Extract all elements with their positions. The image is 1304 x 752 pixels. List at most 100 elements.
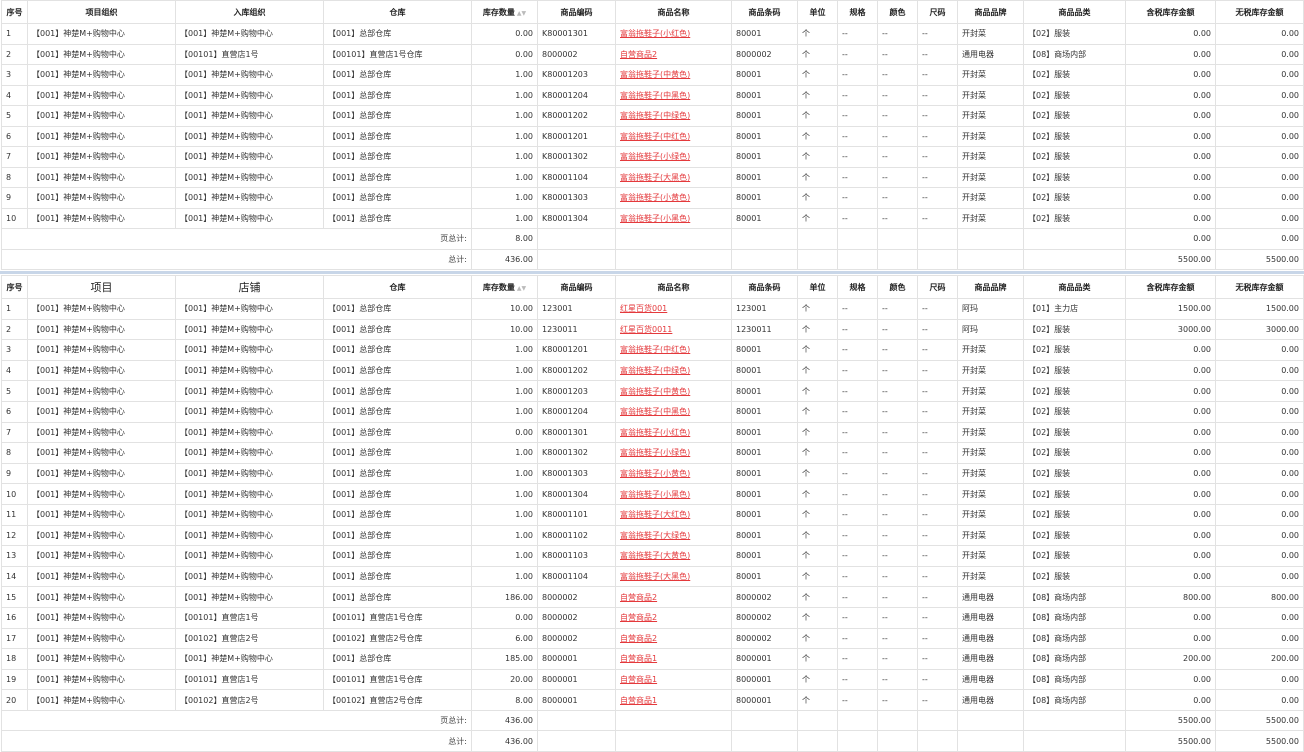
col-notax-amount-cell: 0.00 <box>1215 545 1304 567</box>
sort-icon[interactable]: ▲▼ <box>517 285 526 292</box>
product-name-link[interactable]: 富翁拖鞋子(中黑色) <box>620 407 690 416</box>
product-name-link[interactable]: 自营商品2 <box>620 634 657 643</box>
col-notax-amount-cell: 0.00 <box>1215 125 1304 147</box>
product-name-link[interactable]: 富翁拖鞋子(中红色) <box>620 345 690 354</box>
col-category-cell: 【02】服装 <box>1023 400 1126 423</box>
col-name-cell: 自营商品1 <box>615 689 732 711</box>
header-col-notax-amount: 无税库存金额 <box>1215 275 1304 299</box>
col-notax-amount-cell: 0.00 <box>1215 462 1304 485</box>
col-code-cell: K80001303 <box>537 462 616 485</box>
empty-cell <box>877 248 918 270</box>
product-name-link[interactable]: 富翁拖鞋子(大黄色) <box>620 551 690 560</box>
col-notax-amount-cell: 0.00 <box>1215 668 1304 691</box>
header-col-tax-amount: 含税库存金额 <box>1125 275 1216 299</box>
product-name-link[interactable]: 富翁拖鞋子(小黑色) <box>620 214 690 223</box>
col-spec-cell: -- <box>837 298 878 320</box>
product-name-link[interactable]: 自营商品1 <box>620 654 657 663</box>
product-name-link[interactable]: 富翁拖鞋子(大黑色) <box>620 173 690 182</box>
col-barcode-cell: 80001 <box>731 64 798 86</box>
col-size-cell: -- <box>917 359 958 382</box>
col-warehouse-cell: 【00102】直营店2号仓库 <box>323 689 472 711</box>
col-tax-amount-cell: 0.00 <box>1125 421 1216 444</box>
product-name-link[interactable]: 红星百货0011 <box>620 325 672 334</box>
col-notax-amount-cell: 0.00 <box>1215 84 1304 106</box>
product-name-link[interactable]: 富翁拖鞋子(小黄色) <box>620 193 690 202</box>
col-barcode-cell: 80001 <box>731 380 798 402</box>
product-name-link[interactable]: 富翁拖鞋子(中绿色) <box>620 366 690 375</box>
product-name-link[interactable]: 富翁拖鞋子(小绿色) <box>620 448 690 457</box>
product-name-link[interactable]: 自营商品1 <box>620 675 657 684</box>
col-color-cell: -- <box>877 207 918 229</box>
col-size-cell: -- <box>917 125 958 147</box>
col-tax-amount-cell: 0.00 <box>1125 442 1216 464</box>
col-brand-cell: 开封菜 <box>957 483 1024 505</box>
header-col-category: 商品品类 <box>1023 0 1126 24</box>
col-org-cell: 【001】神楚M+购物中心 <box>27 606 176 629</box>
col-size-cell: -- <box>917 565 958 588</box>
col-index-cell: 8 <box>1 442 28 464</box>
col-unit-cell: 个 <box>797 125 838 147</box>
table-row: 10 【001】神楚M+购物中心 【001】神楚M+购物中心 【001】总部仓库 1.0… <box>1 483 1304 505</box>
product-name-link[interactable]: 富翁拖鞋子(小黑色) <box>620 490 690 499</box>
product-name-link[interactable]: 富翁拖鞋子(小红色) <box>620 428 690 437</box>
product-name-link[interactable]: 富翁拖鞋子(小红色) <box>620 29 690 38</box>
col-qty-cell: 1.00 <box>471 339 538 361</box>
product-name-link[interactable]: 富翁拖鞋子(中黄色) <box>620 70 690 79</box>
col-name-cell: 富翁拖鞋子(小红色) <box>615 421 732 444</box>
col-qty-cell: 1.00 <box>471 483 538 505</box>
col-color-cell: -- <box>877 146 918 168</box>
col-tax-amount-cell: 0.00 <box>1125 105 1216 127</box>
product-name-link[interactable]: 红星百货001 <box>620 304 667 313</box>
col-store-cell: 【001】神楚M+购物中心 <box>175 462 324 485</box>
product-name-link[interactable]: 富翁拖鞋子(大红色) <box>620 510 690 519</box>
table-row: 7 【001】神楚M+购物中心 【001】神楚M+购物中心 【001】总部仓库 1.00… <box>1 146 1304 168</box>
col-barcode-cell: 80001 <box>731 23 798 45</box>
col-barcode-cell: 8000002 <box>731 627 798 650</box>
product-name-link[interactable]: 自营商品2 <box>620 593 657 602</box>
col-qty-cell: 1.00 <box>471 146 538 168</box>
product-name-link[interactable]: 富翁拖鞋子(大黑色) <box>620 572 690 581</box>
page-total-row-tax-amount: 5500.00 <box>1125 709 1216 732</box>
col-notax-amount-cell: 0.00 <box>1215 483 1304 505</box>
empty-cell <box>957 228 1024 250</box>
col-barcode-cell: 1230011 <box>731 318 798 341</box>
col-size-cell: -- <box>917 586 958 608</box>
col-unit-cell: 个 <box>797 84 838 106</box>
sort-icon[interactable]: ▲▼ <box>517 10 526 17</box>
product-name-link[interactable]: 自营商品1 <box>620 696 657 705</box>
col-code-cell: K80001103 <box>537 545 616 567</box>
col-store-cell: 【001】神楚M+购物中心 <box>175 442 324 464</box>
table-row: 1 【001】神楚M+购物中心 【001】神楚M+购物中心 【001】总部仓库 10.0… <box>1 298 1304 320</box>
col-qty-cell: 185.00 <box>471 648 538 670</box>
header-col-qty[interactable]: 库存数量 ▲▼ <box>471 275 538 299</box>
header-col-qty[interactable]: 库存数量 ▲▼ <box>471 0 538 24</box>
product-name-link[interactable]: 富翁拖鞋子(小绿色) <box>620 152 690 161</box>
product-name-link[interactable]: 富翁拖鞋子(中绿色) <box>620 111 690 120</box>
product-name-link[interactable]: 自营商品2 <box>620 613 657 622</box>
page-total-row-notax-amount: 5500.00 <box>1215 709 1304 732</box>
product-name-link[interactable]: 富翁拖鞋子(中黄色) <box>620 387 690 396</box>
col-warehouse-cell: 【001】总部仓库 <box>323 318 472 341</box>
empty-cell <box>731 730 798 752</box>
product-name-link[interactable]: 富翁拖鞋子(中红色) <box>620 132 690 141</box>
col-category-cell: 【02】服装 <box>1023 64 1126 86</box>
col-spec-cell: -- <box>837 359 878 382</box>
col-org-cell: 【001】神楚M+购物中心 <box>27 483 176 505</box>
col-category-cell: 【02】服装 <box>1023 421 1126 444</box>
product-name-link[interactable]: 自营商品2 <box>620 50 657 59</box>
product-name-link[interactable]: 富翁拖鞋子(大绿色) <box>620 531 690 540</box>
col-spec-cell: -- <box>837 339 878 361</box>
header-col-tax-amount: 含税库存金额 <box>1125 0 1216 24</box>
col-name-cell: 富翁拖鞋子(中黑色) <box>615 84 732 106</box>
table-row: 2 【001】神楚M+购物中心 【001】神楚M+购物中心 【001】总部仓库 10.0… <box>1 318 1304 341</box>
empty-cell <box>615 730 732 752</box>
col-size-cell: -- <box>917 462 958 485</box>
table-row: 17 【001】神楚M+购物中心 【00102】直营店2号 【00102】直营店2号仓… <box>1 627 1304 650</box>
col-size-cell: -- <box>917 207 958 229</box>
product-name-link[interactable]: 富翁拖鞋子(中黑色) <box>620 91 690 100</box>
col-name-cell: 富翁拖鞋子(小黄色) <box>615 187 732 209</box>
grand-total-row-tax-amount: 5500.00 <box>1125 730 1216 752</box>
col-qty-cell: 0.00 <box>471 43 538 65</box>
col-size-cell: -- <box>917 318 958 341</box>
product-name-link[interactable]: 富翁拖鞋子(小黄色) <box>620 469 690 478</box>
